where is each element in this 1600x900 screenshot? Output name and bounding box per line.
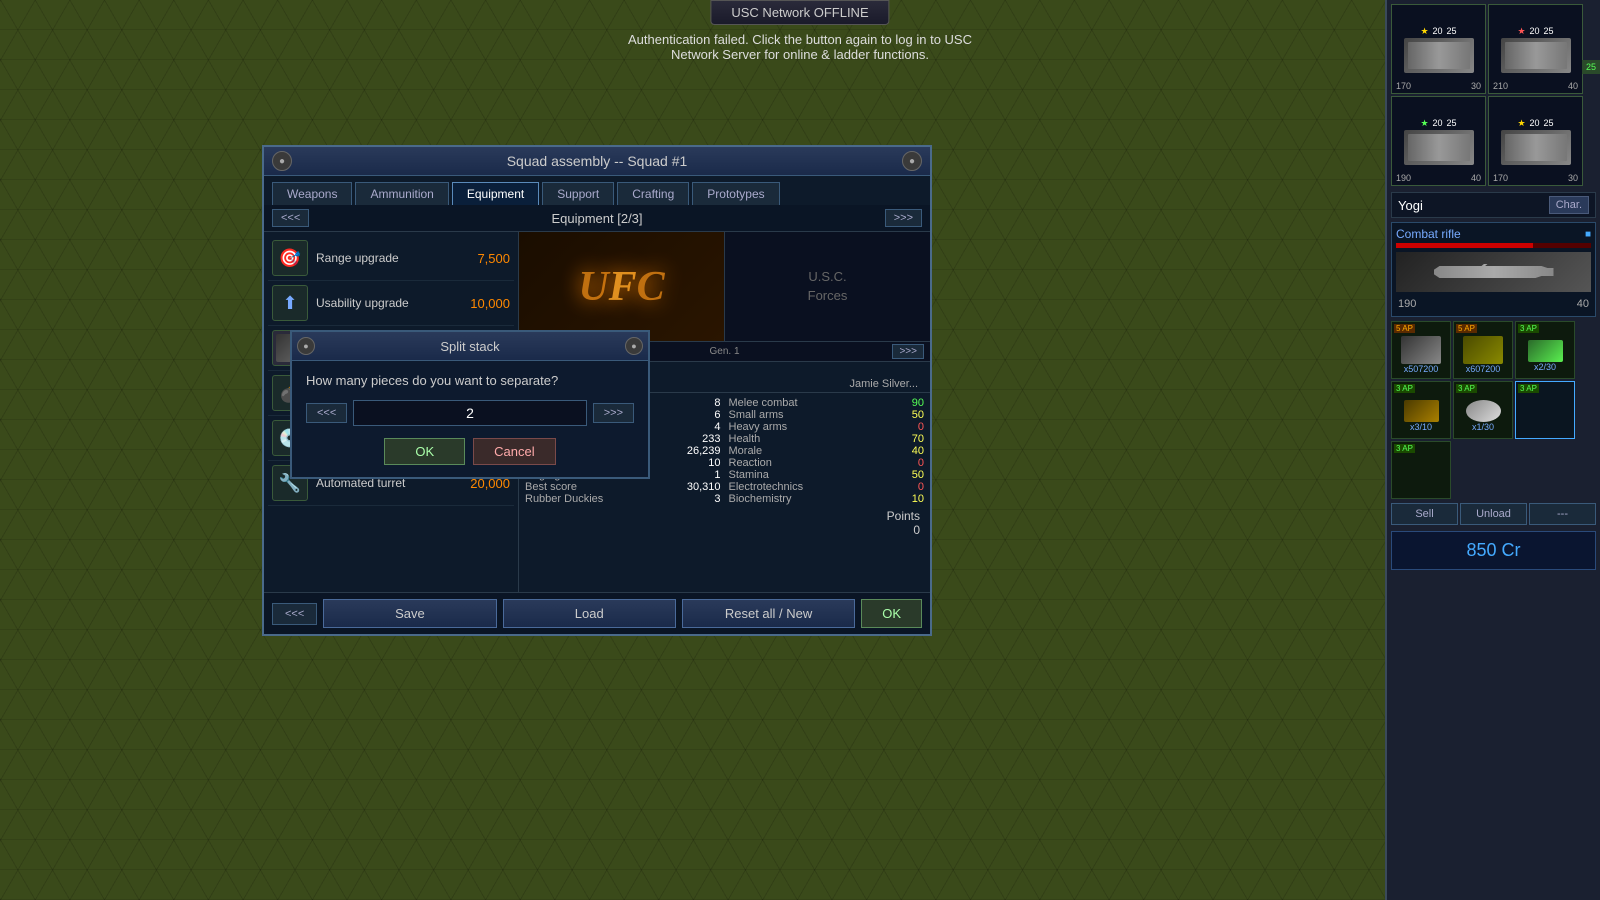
split-close-left[interactable]: ● [297,337,315,355]
split-value-display: 2 [353,400,586,426]
split-body: How many pieces do you want to separate?… [292,361,648,477]
unload-button[interactable]: Unload [1460,503,1527,525]
item-icon-usability: ⬆ [272,285,308,321]
weapon-slot-2[interactable]: ★2025 21040 [1488,4,1583,94]
dialog-nav-bar: <<< Equipment [2/3] >>> [264,205,930,232]
points-value: 0 [913,523,920,537]
weapon-slot-3[interactable]: ★2025 19040 [1391,96,1486,186]
ammo-slot-4[interactable]: 3 AP x3/10 [1391,381,1451,439]
dialog-close-left[interactable]: ● [272,151,292,171]
dialog-tabs: Weapons Ammunition Equipment Support Cra… [264,176,930,205]
preview-next-button[interactable]: >>> [892,344,924,359]
points-label: Points [887,509,920,523]
split-prev-button[interactable]: <<< [306,403,347,423]
ammo-icon [1528,340,1563,362]
dialog-footer: <<< Save Load Reset all / New OK [264,592,930,634]
health-fill [1396,243,1533,248]
item-name-range: Range upgrade [316,251,455,265]
right-panel: ★2025 17030 ★2025 21040 ★2025 19040 ★202… [1385,0,1600,900]
rifle-stats: 190 40 [1396,296,1591,312]
tab-equipment[interactable]: Equipment [452,182,539,205]
split-footer: OK Cancel [306,438,634,465]
combat-rifle-section: Combat rifle ■ 190 40 [1391,222,1596,317]
prev-nav-button[interactable]: <<< [272,209,309,227]
panel-buttons: Sell Unload --- [1387,501,1600,527]
ammo-slot-3[interactable]: 3 AP x2/30 [1515,321,1575,379]
health-bar [1396,243,1591,248]
split-title: Split stack [440,339,499,354]
ap-badge: 3 AP [1394,384,1415,393]
split-titlebar: ● Split stack ● [292,332,648,361]
gen-label: Gen. 1 [703,344,745,359]
load-button[interactable]: Load [503,599,676,628]
ammo-slot-1[interactable]: 5 AP x507200 [1391,321,1451,379]
jamie-text: Jamie Silver... [844,377,924,391]
split-ok-button[interactable]: OK [384,438,465,465]
auth-message: Authentication failed. Click the button … [628,32,972,62]
dialog-title: Squad assembly -- Squad #1 [507,153,688,169]
dialog-titlebar: ● Squad assembly -- Squad #1 ● [264,147,930,176]
ammo-icon [1463,336,1503,364]
combat-rifle-label: Combat rifle [1396,227,1461,241]
ap-badge: 3 AP [1456,384,1477,393]
split-controls: <<< 2 >>> [306,400,634,426]
ammo-slot-6[interactable]: 3 AP [1515,381,1575,439]
split-dialog: ● Split stack ● How many pieces do you w… [290,330,650,479]
list-item[interactable]: ⬆ Usability upgrade 10,000 [268,281,514,326]
ammo-grid: 5 AP x507200 5 AP x607200 3 AP x2/30 3 A… [1387,319,1600,501]
item-name-usability: Usability upgrade [316,296,455,310]
ok-button[interactable]: OK [861,599,922,628]
char-button[interactable]: Char. [1549,196,1589,214]
player-name: Yogi [1398,198,1549,213]
weapon-slot-1[interactable]: ★2025 17030 [1391,4,1486,94]
player-bar: Yogi Char. [1391,192,1596,218]
rifle-image [1396,252,1591,292]
usc-logo-preview: UFC [519,232,725,341]
item-cost-usability: 10,000 [455,296,510,311]
weapon-slot-4[interactable]: ★2025 17030 [1488,96,1583,186]
ammo-icon [1401,336,1441,364]
credits-display: 850 Cr [1391,531,1596,570]
list-item[interactable]: 🎯 Range upgrade 7,500 [268,236,514,281]
ap-badge: 3 AP [1518,324,1539,333]
tab-support[interactable]: Support [542,182,614,205]
ap-badge: 5 AP [1394,324,1415,333]
split-close-right[interactable]: ● [625,337,643,355]
split-cancel-button[interactable]: Cancel [473,438,555,465]
tab-weapons[interactable]: Weapons [272,182,352,205]
ap-badge: 3 AP [1518,384,1539,393]
split-next-button[interactable]: >>> [593,403,634,423]
extra-button[interactable]: --- [1529,503,1596,525]
ap-badge: 3 AP [1394,444,1415,453]
item-cost-range: 7,500 [455,251,510,266]
tab-ammunition[interactable]: Ammunition [355,182,448,205]
forces-preview: U.S.C.Forces [725,232,930,341]
forces-text: U.S.C.Forces [808,268,848,304]
tab-crafting[interactable]: Crafting [617,182,689,205]
ammo-icon [1466,400,1501,422]
points-section: Points 0 [525,505,924,541]
item-icon-range: 🎯 [272,240,308,276]
ap-badge: 5 AP [1456,324,1477,333]
tab-prototypes[interactable]: Prototypes [692,182,779,205]
ammo-slot-7[interactable]: 3 AP [1391,441,1451,499]
usc-status-label: USC Network OFFLINE [731,5,868,20]
footer-prev-button[interactable]: <<< [272,603,317,625]
preview-images: UFC U.S.C.Forces [519,232,930,342]
ammo-slot-5[interactable]: 3 AP x1/30 [1453,381,1513,439]
equipment-label: Equipment [2/3] [309,211,884,226]
side-indicator: 25 [1582,60,1600,74]
split-question: How many pieces do you want to separate? [306,373,634,388]
weapon-slots-area: ★2025 17030 ★2025 21040 ★2025 19040 ★202… [1387,0,1600,190]
ammo-icon [1404,400,1439,422]
stats-right-col: Melee combat90 Small arms50 Heavy arms0 … [729,397,925,505]
save-button[interactable]: Save [323,599,496,628]
sell-button[interactable]: Sell [1391,503,1458,525]
dialog-close-right[interactable]: ● [902,151,922,171]
reset-button[interactable]: Reset all / New [682,599,855,628]
ammo-slot-2[interactable]: 5 AP x607200 [1453,321,1513,379]
next-nav-button[interactable]: >>> [885,209,922,227]
usc-network-bar[interactable]: USC Network OFFLINE [710,0,889,25]
